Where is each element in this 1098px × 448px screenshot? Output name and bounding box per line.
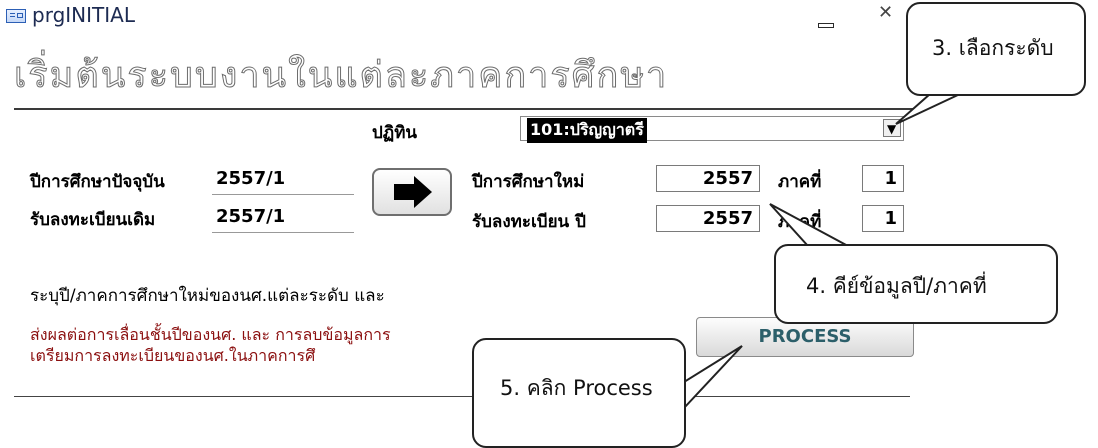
instruction-text: ระบุปี/ภาคการศึกษาใหม่ของนศ.แต่ละระดับ แ… xyxy=(30,286,385,306)
prev-reg-value: 2557/1 xyxy=(216,206,286,227)
reg-term-label: ภาคที่ xyxy=(778,212,822,232)
right-arrow-icon xyxy=(394,176,432,208)
close-icon[interactable]: ✕ xyxy=(878,2,893,23)
current-year-underline xyxy=(212,194,354,195)
callout-step5: 5. คลิก Process xyxy=(472,338,686,448)
new-year-label: ปีการศึกษาใหม่ xyxy=(472,172,585,192)
header-divider xyxy=(14,108,918,110)
minimize-icon[interactable] xyxy=(818,23,834,28)
prg-initial-window: prgINITIAL ✕ เริ่มต้นระบบงานในแต่ละภาคกา… xyxy=(0,0,934,446)
form-icon xyxy=(6,9,26,23)
reg-term-field[interactable]: 1 xyxy=(862,205,904,232)
current-year-value: 2557/1 xyxy=(216,168,286,189)
term-label: ภาคที่ xyxy=(778,172,822,192)
current-year-label: ปีการศึกษาปัจจุบัน xyxy=(30,172,165,192)
window-title: prgINITIAL xyxy=(32,3,135,27)
page-title: เริ่มต้นระบบงานในแต่ละภาคการศึกษา xyxy=(13,55,669,97)
footer-divider xyxy=(14,396,910,397)
reg-year-label: รับลงทะเบียน ปี xyxy=(472,212,586,232)
callout-step4: 4. คีย์ข้อมูลปี/ภาคที่ xyxy=(774,244,1058,324)
prev-reg-label: รับลงทะเบียนเดิม xyxy=(30,210,156,230)
reg-year-field[interactable]: 2557 xyxy=(656,205,760,232)
new-year-field[interactable]: 2557 xyxy=(656,165,760,192)
term-field[interactable]: 1 xyxy=(862,165,904,192)
title-bar: prgINITIAL ✕ xyxy=(0,0,934,38)
prev-reg-underline xyxy=(212,232,354,233)
callout-step3: 3. เลือกระดับ xyxy=(906,2,1086,96)
level-selected-value: 101:ปริญญาตรี xyxy=(527,118,647,143)
level-label: ปฏิทิน xyxy=(372,123,418,143)
warning-text-line2: เตรียมการลงทะเบียนของนศ.ในภาคการศึ xyxy=(30,346,316,365)
copy-year-button[interactable] xyxy=(372,168,452,216)
level-select[interactable]: 101:ปริญญาตรี ▼ xyxy=(520,116,904,143)
chevron-down-icon[interactable]: ▼ xyxy=(883,119,901,137)
